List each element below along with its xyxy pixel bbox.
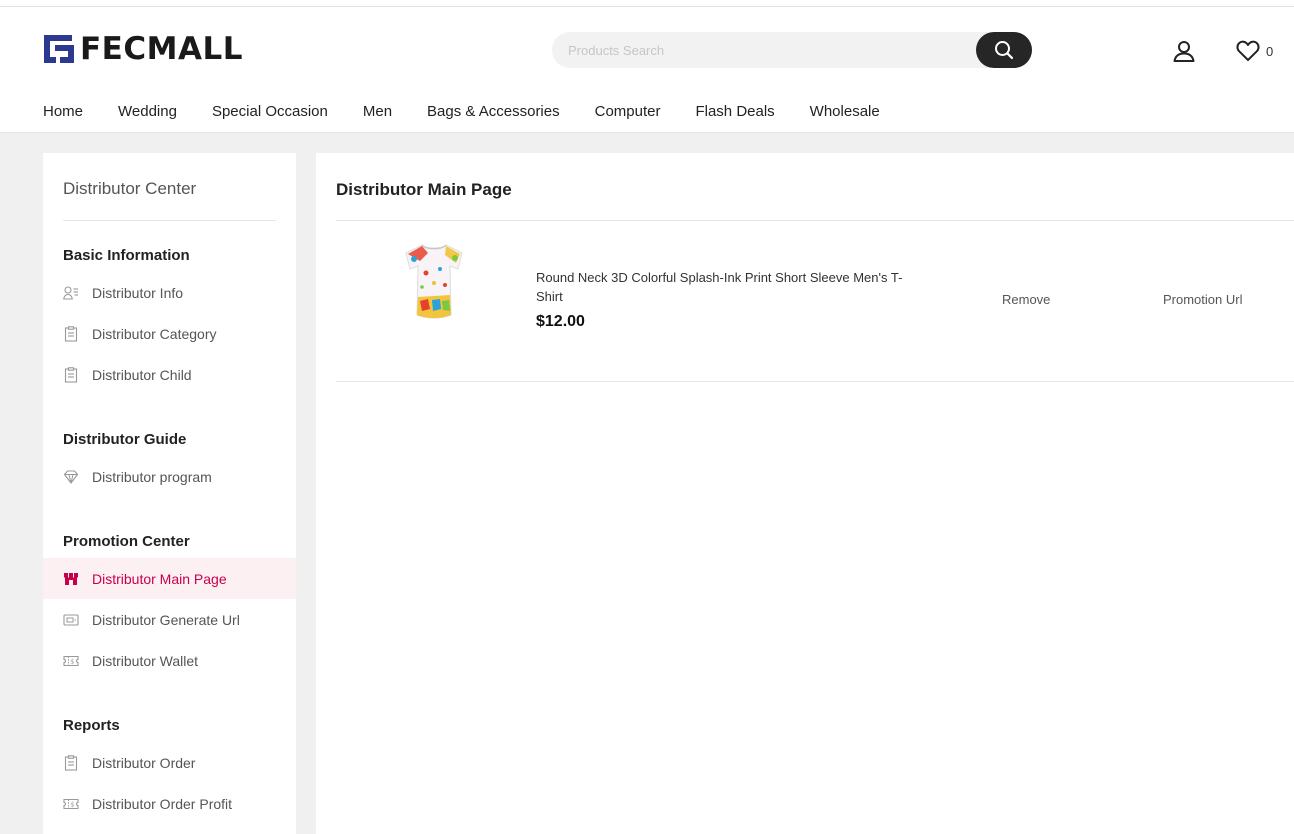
group-title-basic-information: Basic Information: [63, 247, 190, 264]
sidebar-item-distributor-wallet[interactable]: $ Distributor Wallet: [43, 640, 296, 681]
sidebar-item-label: Distributor Main Page: [92, 570, 227, 587]
logo-text: FECMALL: [80, 31, 243, 67]
sidebar-item-distributor-main-page[interactable]: Distributor Main Page: [43, 558, 296, 599]
sidebar-item-label: Distributor program: [92, 468, 212, 485]
nav-item-special-occasion[interactable]: Special Occasion: [212, 101, 328, 123]
wishlist-button[interactable]: 0: [1236, 37, 1273, 65]
divider: [336, 220, 1294, 221]
sidebar-item-distributor-generate-url[interactable]: Distributor Generate Url: [43, 599, 296, 640]
group-title-reports: Reports: [63, 717, 120, 734]
nav-item-bags-accessories[interactable]: Bags & Accessories: [427, 101, 560, 123]
sidebar-item-label: Distributor Category: [92, 325, 217, 342]
nav-item-men[interactable]: Men: [363, 101, 392, 123]
nav-item-home[interactable]: Home: [43, 101, 83, 123]
sidebar-item-distributor-program[interactable]: Distributor program: [43, 456, 296, 497]
search-bar: [552, 32, 1032, 68]
svg-text:$: $: [70, 800, 74, 808]
sidebar-item-label: Distributor Generate Url: [92, 611, 240, 628]
product-price: $12.00: [536, 313, 585, 330]
tshirt-image: [405, 244, 463, 319]
sidebar-title: Distributor Center: [63, 179, 197, 198]
logo-mark-icon: [44, 35, 74, 63]
clipboard-icon: [63, 366, 79, 383]
top-border: [0, 0, 1294, 7]
sidebar-item-label: Distributor Order: [92, 754, 196, 771]
remove-button[interactable]: Remove: [1002, 292, 1050, 307]
group-title-promotion-center: Promotion Center: [63, 533, 190, 550]
ticket-icon: $: [63, 796, 79, 812]
divider: [336, 381, 1294, 382]
clipboard-icon: [63, 325, 79, 342]
diamond-icon: [63, 469, 79, 485]
main-panel: Distributor Main Page Round Neck 3D Colo…: [316, 153, 1294, 834]
clipboard-icon: [63, 754, 79, 771]
site-header: FECMALL 0 Home Wedding Special Occasion …: [0, 7, 1294, 133]
svg-text:$: $: [70, 657, 74, 665]
user-icon: [1173, 41, 1195, 62]
nav-item-computer[interactable]: Computer: [595, 101, 661, 123]
promotion-url-button[interactable]: Promotion Url: [1163, 292, 1242, 307]
heart-icon: [1236, 40, 1260, 61]
wishlist-count: 0: [1266, 43, 1274, 59]
main-nav: Home Wedding Special Occasion Men Bags &…: [43, 101, 915, 123]
user-list-icon: [63, 285, 79, 301]
search-input[interactable]: [552, 32, 976, 68]
product-image[interactable]: [400, 239, 468, 323]
sidebar-item-label: Distributor Child: [92, 366, 192, 383]
distributor-sidebar: Distributor Center Basic Information Dis…: [43, 153, 296, 834]
card-icon: [63, 612, 79, 628]
page-title: Distributor Main Page: [336, 180, 512, 199]
sidebar-item-label: Distributor Info: [92, 284, 184, 301]
product-name[interactable]: Round Neck 3D Colorful Splash-Ink Print …: [536, 268, 926, 306]
nav-item-wholesale[interactable]: Wholesale: [810, 101, 880, 123]
sidebar-item-distributor-order-profit[interactable]: $ Distributor Order Profit: [43, 783, 296, 824]
search-icon: [995, 41, 1014, 60]
sidebar-item-distributor-child[interactable]: Distributor Child: [43, 354, 296, 395]
storefront-icon: [63, 571, 79, 587]
nav-item-wedding[interactable]: Wedding: [118, 101, 177, 123]
group-title-distributor-guide: Distributor Guide: [63, 431, 187, 448]
sidebar-item-distributor-category[interactable]: Distributor Category: [43, 313, 296, 354]
ticket-icon: $: [63, 653, 79, 669]
account-button[interactable]: [1170, 37, 1198, 65]
search-button[interactable]: [976, 32, 1032, 68]
sidebar-item-distributor-order[interactable]: Distributor Order: [43, 742, 296, 783]
sidebar-item-label: Distributor Wallet: [92, 652, 199, 669]
sidebar-item-distributor-info[interactable]: Distributor Info: [43, 272, 296, 313]
sidebar-item-label: Distributor Order Profit: [92, 795, 233, 812]
nav-item-flash-deals[interactable]: Flash Deals: [695, 101, 774, 123]
divider: [63, 220, 276, 221]
site-logo[interactable]: FECMALL: [42, 31, 243, 67]
